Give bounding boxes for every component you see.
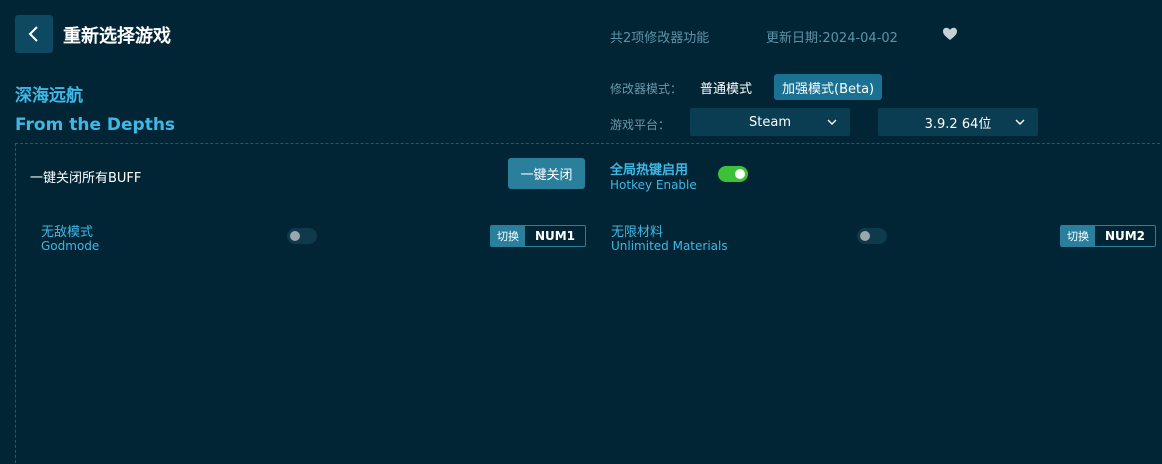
cheat-panel	[15, 143, 1162, 464]
cheat-name-en: Unlimited Materials	[611, 239, 728, 253]
platform-select[interactable]: Steam	[690, 108, 850, 136]
disable-all-label: 一键关闭所有BUFF	[30, 171, 142, 186]
hotkey-enable-toggle[interactable]	[718, 166, 748, 182]
toggle-knob	[290, 231, 300, 241]
hotkey-group-unlimited-materials: 切换 NUM2	[1060, 225, 1156, 247]
disable-all-button[interactable]: 一键关闭	[508, 158, 585, 189]
trainer-window: 重新选择游戏 共2项修改器功能 更新日期:2024-04-02 深海远航 Fro…	[0, 0, 1162, 464]
platform-value: Steam	[749, 114, 791, 130]
version-select[interactable]: 3.9.2 64位	[878, 108, 1038, 136]
mode-label: 修改器模式：	[610, 82, 683, 96]
favorite-button[interactable]	[942, 26, 958, 42]
hotkey-switch-button[interactable]: 切换	[491, 226, 525, 246]
feature-count: 共2项修改器功能	[610, 31, 710, 46]
hotkey-key[interactable]: NUM1	[525, 226, 585, 246]
chevron-left-icon	[28, 26, 38, 42]
cheat-toggle-godmode[interactable]	[287, 228, 317, 244]
heart-icon	[943, 27, 957, 40]
toggle-knob	[860, 231, 870, 241]
version-value: 3.9.2 64位	[924, 116, 992, 132]
cheat-name-cn: 无限材料	[611, 225, 664, 240]
chevron-down-icon	[1015, 119, 1025, 125]
back-button[interactable]	[15, 15, 53, 53]
mode-enhanced-button[interactable]: 加强模式(Beta)	[774, 74, 883, 100]
hotkey-enable-label-en: Hotkey Enable	[610, 178, 697, 192]
chevron-down-icon	[827, 119, 837, 125]
toggle-knob	[735, 169, 745, 179]
game-name-en: From the Depths	[15, 115, 176, 135]
game-name-cn: 深海远航	[15, 86, 83, 106]
page-title: 重新选择游戏	[63, 26, 171, 47]
hotkey-group-godmode: 切换 NUM1	[490, 225, 586, 247]
cheat-name-en: Godmode	[41, 239, 100, 253]
mode-normal-button[interactable]: 普通模式	[692, 74, 760, 100]
cheat-name-cn: 无敌模式	[41, 225, 94, 240]
hotkey-switch-button[interactable]: 切换	[1061, 226, 1095, 246]
cheat-toggle-unlimited-materials[interactable]	[857, 228, 887, 244]
platform-label: 游戏平台：	[610, 118, 671, 132]
hotkey-enable-label-cn: 全局热键启用	[610, 163, 689, 178]
hotkey-key[interactable]: NUM2	[1095, 226, 1155, 246]
update-date: 更新日期:2024-04-02	[766, 31, 898, 46]
